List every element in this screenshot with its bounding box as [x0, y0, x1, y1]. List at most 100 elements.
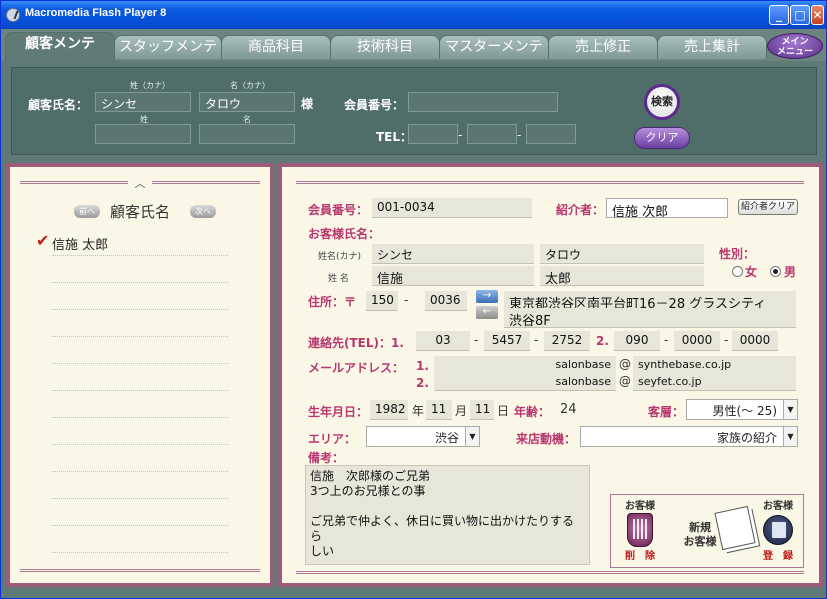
birth-year-field[interactable]: 1982: [370, 400, 408, 420]
email-1-domain-field[interactable]: synthebase.co.jp: [633, 356, 796, 374]
birth-month-field[interactable]: 11: [426, 400, 452, 420]
search-tel-dash-1: -: [458, 128, 463, 142]
delete-customer-button[interactable]: [627, 513, 653, 547]
search-button[interactable]: 検索: [644, 84, 680, 120]
segment-select[interactable]: 男性(～ 25) ▼: [686, 399, 798, 420]
tel-2-b-field[interactable]: 0000: [674, 331, 720, 351]
email-2-user-field[interactable]: salonbase: [434, 373, 616, 391]
close-button[interactable]: ✕: [811, 5, 824, 25]
customer-list-panel: ︿ 前へ 顧客氏名 次へ ✔ 信施 太郎: [6, 163, 274, 587]
minimize-button[interactable]: _: [769, 5, 789, 25]
flash-app-icon: [6, 8, 20, 22]
tel-1-b-field[interactable]: 5457: [484, 331, 530, 351]
main-menu-button[interactable]: メイン メニュー: [767, 33, 823, 59]
detail-top-divider: [296, 181, 804, 184]
age-label: 年齢：: [514, 405, 551, 419]
list-next-button[interactable]: 次へ: [190, 205, 216, 218]
new-label-2: お客様: [683, 535, 717, 548]
gender-label: 性別：: [719, 247, 756, 261]
list-item[interactable]: [52, 310, 228, 337]
chevron-down-icon: ▼: [783, 400, 797, 419]
customer-list-body: ︿ 前へ 顧客氏名 次へ ✔ 信施 太郎: [10, 167, 270, 583]
memo-textarea[interactable]: 信施 次郎様のご兄弟 3つ上のお兄様との事 ご兄弟で仲よく、休日に買い物に出かけ…: [305, 465, 590, 565]
address-line-2-field[interactable]: 渋谷8F: [504, 308, 796, 328]
tel-1-dash-2: -: [534, 333, 539, 347]
search-mei-kana-input[interactable]: タロウ: [199, 92, 295, 112]
mei-kana-field[interactable]: タロウ: [540, 244, 704, 264]
list-item[interactable]: [52, 499, 228, 526]
search-tel-1-input[interactable]: [408, 124, 458, 144]
referrer-clear-button[interactable]: 紹介者クリア: [738, 199, 798, 215]
area-label: エリア：: [308, 432, 357, 446]
area-value: 渋谷: [434, 431, 459, 445]
search-sama-label: 様: [301, 97, 314, 111]
tel-1-c-field[interactable]: 2752: [544, 331, 590, 351]
year-unit: 年: [412, 404, 425, 418]
tab-master-maintenance[interactable]: マスターメンテ: [439, 35, 549, 59]
name-label: 姓 名: [328, 274, 349, 284]
tel-label: 連絡先(TEL)：1.: [308, 336, 404, 350]
search-clear-button[interactable]: クリア: [634, 127, 690, 149]
sei-field[interactable]: 信施: [372, 266, 534, 286]
tel-2-a-field[interactable]: 090: [614, 331, 660, 351]
zip-1-field[interactable]: 150: [366, 291, 398, 311]
tel-2-dash-2: -: [724, 333, 729, 347]
list-title: 顧客氏名: [109, 203, 170, 221]
list-item[interactable]: [52, 364, 228, 391]
tab-staff-maintenance[interactable]: スタッフメンテ: [114, 35, 222, 59]
chevron-down-icon: ▼: [465, 427, 479, 446]
zip-to-address-button[interactable]: →: [476, 290, 498, 303]
customer-name-label: お客様氏名：: [308, 227, 381, 241]
address-to-zip-button[interactable]: ←: [476, 306, 498, 319]
referrer-label: 紹介者：: [556, 203, 605, 217]
email-1-at: @: [619, 357, 631, 371]
referrer-field[interactable]: 信施 次郎: [606, 198, 728, 218]
area-select[interactable]: 渋谷 ▼: [366, 426, 480, 447]
list-item[interactable]: [52, 337, 228, 364]
search-tel-3-input[interactable]: [526, 124, 576, 144]
motive-select[interactable]: 家族の紹介 ▼: [580, 426, 798, 447]
tel-2-label: 2.: [596, 334, 609, 348]
tab-product-items[interactable]: 商品科目: [221, 35, 331, 59]
list-item[interactable]: [52, 418, 228, 445]
gender-female-label: 女: [745, 265, 758, 279]
list-item[interactable]: [52, 445, 228, 472]
list-item[interactable]: [52, 283, 228, 310]
sei-kana-field[interactable]: シンセ: [372, 244, 534, 264]
search-member-no-input[interactable]: [408, 92, 558, 112]
maximize-button[interactable]: □: [790, 5, 810, 25]
zip-dash: -: [404, 293, 409, 307]
motive-label: 来店動機：: [516, 432, 577, 446]
list-item[interactable]: ✔ 信施 太郎: [36, 229, 228, 256]
list-item[interactable]: [52, 472, 228, 499]
list-item[interactable]: [52, 391, 228, 418]
search-sei-input[interactable]: [95, 124, 191, 144]
search-mei-input[interactable]: [199, 124, 295, 144]
main-menu-label-2: メニュー: [776, 47, 813, 57]
gender-female-radio[interactable]: [732, 266, 743, 277]
birth-day-field[interactable]: 11: [470, 400, 494, 420]
tab-technique-items[interactable]: 技術科目: [330, 35, 440, 59]
tel-2-c-field[interactable]: 0000: [732, 331, 778, 351]
email-2-domain-field[interactable]: seyfet.co.jp: [633, 373, 796, 391]
tab-sales-correction[interactable]: 売上修正: [548, 35, 658, 59]
email-label: メールアドレス：: [308, 361, 405, 375]
main-tab-bar: 顧客メンテ スタッフメンテ 商品科目 技術科目 マスターメンテ 売上修正 売上集…: [1, 29, 826, 62]
zip-2-field[interactable]: 0036: [425, 291, 467, 311]
tab-customer-maintenance[interactable]: 顧客メンテ: [5, 32, 115, 62]
list-item-name: 信施 太郎: [52, 238, 109, 253]
email-1-user-field[interactable]: salonbase: [434, 356, 616, 374]
list-item[interactable]: [52, 526, 228, 553]
search-tel-2-input[interactable]: [467, 124, 517, 144]
collapse-handle-icon[interactable]: ︿: [128, 175, 152, 190]
kana-label: 姓名(カナ): [318, 252, 362, 262]
mei-field[interactable]: 太郎: [540, 266, 704, 286]
search-member-no-label: 会員番号：: [344, 98, 405, 112]
tel-1-a-field[interactable]: 03: [416, 331, 470, 351]
list-item[interactable]: [52, 256, 228, 283]
gender-male-radio[interactable]: [770, 266, 781, 277]
search-mei-kana-label: 名（カナ）: [230, 81, 270, 90]
search-sei-kana-input[interactable]: シンセ: [95, 92, 191, 112]
tab-sales-summary[interactable]: 売上集計: [657, 35, 767, 59]
save-customer-button[interactable]: [763, 515, 793, 545]
